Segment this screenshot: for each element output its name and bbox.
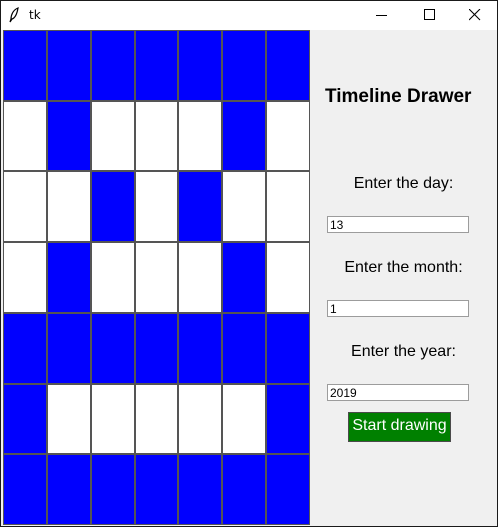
grid-cell [134,171,179,243]
grid-cell [134,30,179,101]
grid-cell [46,30,91,101]
grid-cell [222,100,267,172]
grid-cell [178,171,223,243]
title-bar[interactable]: tk [1,1,497,30]
minimize-icon [376,15,387,16]
close-button[interactable] [452,1,497,30]
grid-cell [90,171,135,243]
grid-cell [3,100,47,172]
grid-cell [90,454,135,525]
minimize-button[interactable] [359,1,405,30]
grid-cell [266,312,310,384]
grid-cell [90,312,135,384]
grid-cell [134,242,179,313]
grid-cell [178,383,223,455]
maximize-icon [424,9,435,20]
grid-cell [46,100,91,172]
start-drawing-button[interactable]: Start drawing [348,412,451,442]
grid-cell [178,30,223,101]
grid-cell [46,312,91,384]
control-panel: Timeline Drawer Enter the day: Enter the… [310,30,497,526]
grid-cell [134,383,179,455]
grid-cell [46,171,91,243]
window-title: tk [29,8,41,22]
grid-cell [134,100,179,172]
grid-cell [3,242,47,313]
grid-cell [178,100,223,172]
grid-cell [222,30,267,101]
grid-cell [266,383,310,455]
grid-cell [3,312,47,384]
month-field[interactable] [327,300,469,317]
grid-cell [46,383,91,455]
grid-cell [222,242,267,313]
drawing-canvas[interactable] [3,30,310,525]
grid-cell [3,383,47,455]
grid-cell [3,171,47,243]
grid-cell [134,454,179,525]
close-icon [469,9,481,21]
grid-cell [266,171,310,243]
year-label: Enter the year: [351,343,456,360]
grid-cell [266,100,310,172]
grid-cell [222,454,267,525]
grid-cell [178,242,223,313]
grid-cell [90,242,135,313]
grid-cell [266,30,310,101]
grid-cell [90,383,135,455]
grid-cell [178,454,223,525]
grid-cell [46,242,91,313]
grid-cell [134,312,179,384]
grid-cell [222,383,267,455]
grid-cell [90,30,135,101]
grid-cell [90,100,135,172]
page-title: Timeline Drawer [325,86,472,107]
feather-icon [9,7,19,23]
grid-cell [266,242,310,313]
app-window: tk Timeline Drawer Enter the day: Enter … [0,0,498,527]
grid-cell [266,454,310,525]
day-label: Enter the day: [353,175,454,192]
grid-cell [222,312,267,384]
year-field[interactable] [327,384,469,401]
grid-cell [222,171,267,243]
day-field[interactable] [327,216,469,233]
maximize-button[interactable] [407,1,453,30]
grid-cell [178,312,223,384]
grid-cell [46,454,91,525]
grid-cell [3,454,47,525]
grid-cell [3,30,47,101]
month-label: Enter the month: [344,259,463,276]
